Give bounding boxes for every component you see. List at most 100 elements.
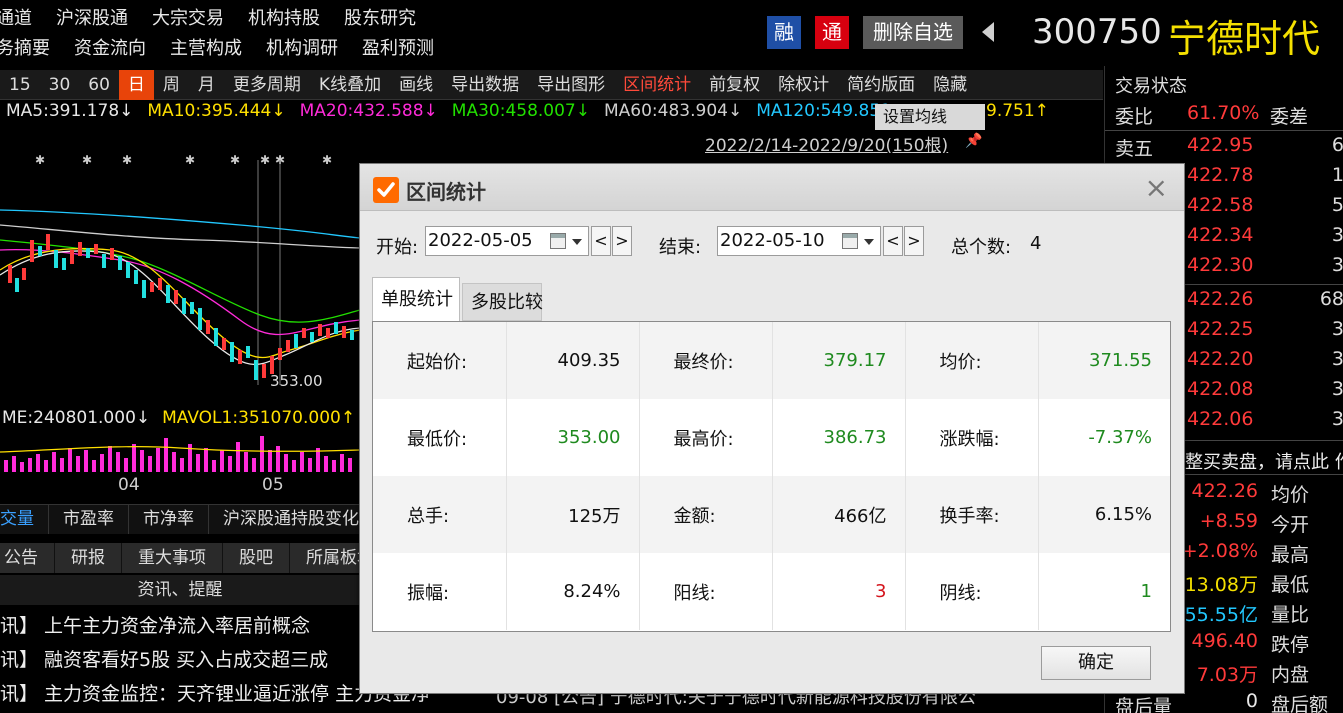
quote-stat-label: 跌停 bbox=[1271, 634, 1310, 656]
ma20-label: MA20:432.588↓ bbox=[299, 101, 438, 121]
set-ma-button[interactable]: 设置均线 bbox=[875, 104, 985, 130]
ok-button[interactable]: 确定 bbox=[1041, 646, 1151, 680]
table-row: 起始价: 409.35 最终价: 379.17 均价: 371.55 bbox=[373, 322, 1170, 399]
news-alerts-header[interactable]: 资讯、提醒 bbox=[0, 575, 360, 605]
bid-ratio-row: 委比 61.70% 委差 bbox=[1105, 102, 1343, 132]
bid-volume: 3 bbox=[1331, 348, 1343, 370]
end-date-label: 结束: bbox=[659, 237, 702, 258]
quote-stat-label: 今开 bbox=[1271, 514, 1310, 536]
menu-item[interactable]: 主营构成 bbox=[170, 34, 242, 64]
calendar-icon[interactable] bbox=[842, 233, 858, 249]
period-60[interactable]: 60 bbox=[79, 70, 119, 100]
period-day[interactable]: 日 bbox=[118, 69, 154, 100]
volume-label: ME:240801.000↓ bbox=[2, 408, 151, 428]
export-graph-button[interactable]: 导出图形 bbox=[528, 70, 614, 100]
simple-layout-menu[interactable]: 简约版面 bbox=[838, 70, 924, 100]
tab-multi-stock[interactable]: 多股比较 bbox=[462, 283, 543, 321]
menu-item[interactable]: 机构调研 bbox=[266, 34, 338, 64]
hide-button[interactable]: 隐藏 bbox=[924, 70, 976, 100]
chevron-down-icon[interactable] bbox=[864, 239, 874, 245]
stat-label: 起始价: bbox=[373, 322, 507, 399]
export-data-button[interactable]: 导出数据 bbox=[442, 70, 528, 100]
news-item[interactable]: 讯】 融资客看好5股 买入占成交超三成 bbox=[0, 645, 328, 672]
tab-pb[interactable]: 市净率 bbox=[129, 505, 209, 534]
svg-text:✱: ✱ bbox=[322, 153, 332, 167]
calendar-icon[interactable] bbox=[550, 233, 566, 249]
period-month[interactable]: 月 bbox=[189, 70, 224, 100]
total-count-value: 4 bbox=[1030, 233, 1042, 254]
tab-pe[interactable]: 市盈率 bbox=[49, 505, 129, 534]
period-15[interactable]: 15 bbox=[0, 70, 40, 100]
top-menu-row-2: 务摘要 资金流向 主营构成 机构调研 盈利预测 bbox=[0, 34, 458, 64]
bid-ratio-label: 委比 bbox=[1115, 106, 1154, 128]
stat-label: 阳线: bbox=[639, 553, 773, 630]
stat-value: 371.55 bbox=[1038, 322, 1170, 399]
interval-stats-dialog: 区间统计 × 开始: 2022-05-05 < > 结束: 2022-05-10… bbox=[359, 163, 1185, 694]
more-periods-menu[interactable]: 更多周期 bbox=[224, 70, 310, 100]
quote-stat-value: +8.59 bbox=[1199, 510, 1258, 532]
start-date-prev-button[interactable]: < bbox=[591, 226, 611, 256]
low-price-marker: 353.00 bbox=[270, 372, 323, 390]
margin-trading-badge[interactable]: 融 bbox=[767, 16, 801, 49]
tab-volume[interactable]: 交量 bbox=[0, 505, 49, 534]
menu-item[interactable]: 务摘要 bbox=[0, 34, 50, 64]
start-date-next-button[interactable]: > bbox=[612, 226, 632, 256]
dialog-titlebar[interactable]: 区间统计 × bbox=[360, 164, 1184, 211]
stat-value: -7.37% bbox=[1038, 399, 1170, 476]
order-book-hint-link[interactable]: 整买卖盘，请点此 作 bbox=[1185, 448, 1343, 474]
remove-favorite-button[interactable]: 删除自选 bbox=[863, 16, 963, 49]
menu-item[interactable]: 资金流向 bbox=[74, 34, 146, 64]
menu-item[interactable]: 大宗交易 bbox=[152, 4, 224, 34]
volume-bars bbox=[4, 436, 352, 472]
start-date-input[interactable]: 2022-05-05 bbox=[425, 226, 589, 256]
stat-value: 8.24% bbox=[506, 553, 640, 630]
tab-single-stock[interactable]: 单股统计 bbox=[372, 277, 460, 322]
stat-label: 总手: bbox=[373, 476, 507, 553]
draw-line-button[interactable]: 画线 bbox=[390, 70, 442, 100]
end-date-input[interactable]: 2022-05-10 bbox=[717, 226, 881, 256]
ask-volume: 3 bbox=[1331, 254, 1343, 276]
bid-ratio-value: 61.70% bbox=[1187, 102, 1260, 124]
tab-research[interactable]: 研报 bbox=[55, 543, 122, 573]
tab-major-events[interactable]: 重大事项 bbox=[122, 543, 223, 573]
stat-label: 最低价: bbox=[373, 399, 507, 476]
end-date-next-button[interactable]: > bbox=[904, 226, 924, 256]
stat-value: 409.35 bbox=[506, 322, 640, 399]
kline-overlay-menu[interactable]: K线叠加 bbox=[310, 70, 390, 100]
ask-row[interactable]: 卖五 422.95 6 bbox=[1105, 134, 1343, 164]
menu-item[interactable]: 通道 bbox=[0, 4, 32, 34]
tab-connect-holding[interactable]: 沪深股通持股变化 bbox=[209, 505, 374, 534]
quote-stat-value: 496.40 bbox=[1191, 630, 1258, 652]
menu-item[interactable]: 股东研究 bbox=[344, 4, 416, 34]
close-icon[interactable]: × bbox=[1145, 171, 1168, 204]
bid-volume: 3 bbox=[1331, 378, 1343, 400]
tab-forum[interactable]: 股吧 bbox=[223, 543, 290, 573]
prev-stock-icon[interactable] bbox=[982, 22, 994, 42]
forward-adjust-menu[interactable]: 前复权 bbox=[700, 70, 769, 100]
dialog-title: 区间统计 bbox=[406, 180, 486, 204]
stat-value: 353.00 bbox=[506, 399, 640, 476]
chevron-down-icon[interactable] bbox=[572, 239, 582, 245]
menu-item[interactable]: 盈利预测 bbox=[362, 34, 434, 64]
end-date-value: 2022-05-10 bbox=[720, 230, 825, 251]
top-menu: 通道 沪深股通 大宗交易 机构持股 股东研究 务摘要 资金流向 主营构成 机构调… bbox=[0, 0, 760, 64]
bid-volume: 3 bbox=[1331, 408, 1343, 430]
bid-price: 422.25 bbox=[1187, 318, 1254, 340]
stat-value: 379.17 bbox=[772, 322, 906, 399]
period-30[interactable]: 30 bbox=[40, 70, 80, 100]
period-week[interactable]: 周 bbox=[154, 70, 189, 100]
news-item[interactable]: 讯】 上午主力资金净流入率居前概念 bbox=[0, 611, 310, 638]
stock-name: 宁德时代 bbox=[1168, 17, 1321, 61]
menu-item[interactable]: 沪深股通 bbox=[56, 4, 128, 34]
ex-rights-menu[interactable]: 除权计 bbox=[769, 70, 838, 100]
bid-price: 422.20 bbox=[1187, 348, 1254, 370]
ma60-label: MA60:483.904↓ bbox=[604, 101, 743, 121]
stat-label: 换手率: bbox=[905, 476, 1039, 553]
ask-price: 422.34 bbox=[1187, 224, 1254, 246]
tab-announcement[interactable]: 公告 bbox=[0, 543, 55, 573]
interval-stats-button[interactable]: 区间统计 bbox=[614, 70, 700, 100]
pin-icon[interactable]: 📌 bbox=[965, 133, 982, 149]
stock-connect-badge[interactable]: 通 bbox=[815, 16, 849, 49]
end-date-prev-button[interactable]: < bbox=[883, 226, 903, 256]
menu-item[interactable]: 机构持股 bbox=[248, 4, 320, 34]
